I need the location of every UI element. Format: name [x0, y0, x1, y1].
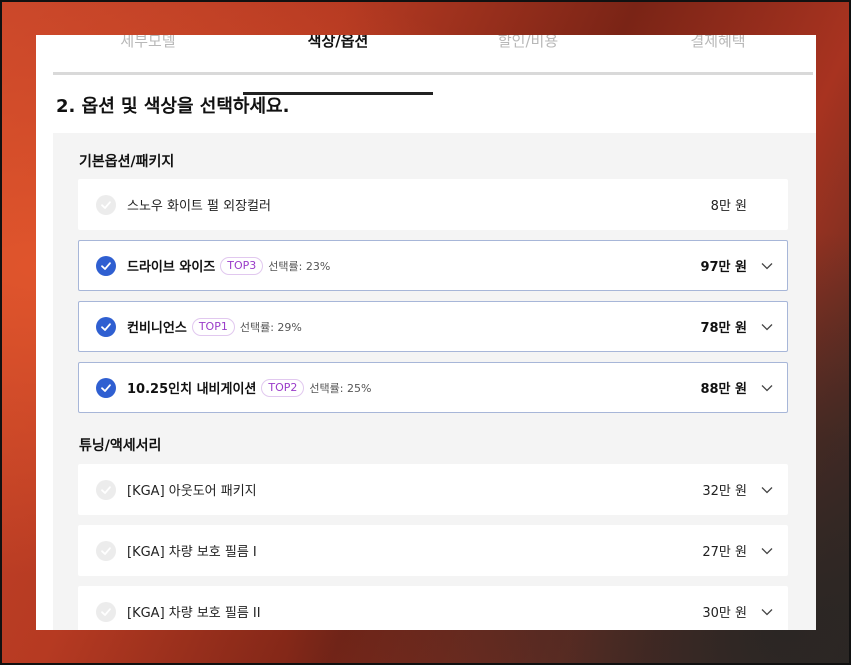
check-icon[interactable]	[96, 194, 116, 215]
step-tabs: 세부모델 색상/옵션 할인/비용 결제혜택	[53, 35, 813, 95]
check-icon[interactable]	[96, 255, 116, 276]
chevron-down-icon[interactable]	[747, 384, 787, 392]
option-price: 32만 원	[702, 484, 747, 499]
option-price: 27만 원	[702, 545, 747, 560]
option-name: [KGA] 아웃도어 패키지	[127, 484, 257, 499]
option-row-outdoor-package[interactable]: [KGA] 아웃도어 패키지 32만 원	[78, 464, 788, 515]
option-name: 스노우 화이트 펄 외장컬러	[127, 199, 271, 214]
option-name: [KGA] 차량 보호 필름 II	[127, 606, 261, 621]
check-icon[interactable]	[96, 316, 116, 337]
selection-rate: 선택률: 25%	[309, 381, 372, 395]
option-price: 30만 원	[702, 606, 747, 621]
tab-discount-cost[interactable]: 할인/비용	[433, 35, 623, 68]
check-icon[interactable]	[96, 479, 116, 500]
options-list: 기본옵션/패키지 스노우 화이트 펄 외장컬러 8만 원 드라이브 와이즈 TO…	[53, 133, 816, 630]
selection-rate: 선택률: 29%	[239, 320, 302, 334]
tab-color-options[interactable]: 색상/옵션	[243, 35, 433, 95]
option-row-protection-film-2[interactable]: [KGA] 차량 보호 필름 II 30만 원	[78, 586, 788, 630]
option-row-navigation[interactable]: 10.25인치 내비게이션 TOP2 선택률: 25% 88만 원	[78, 362, 788, 413]
chevron-down-icon[interactable]	[747, 262, 787, 270]
rank-badge: TOP2	[261, 378, 305, 397]
option-name: 10.25인치 내비게이션	[127, 382, 257, 397]
option-row-drive-wise[interactable]: 드라이브 와이즈 TOP3 선택률: 23% 97만 원	[78, 240, 788, 291]
chevron-down-icon[interactable]	[747, 547, 787, 555]
tab-payment-benefits[interactable]: 결제혜택	[623, 35, 813, 68]
rank-badge: TOP1	[191, 317, 235, 336]
option-row-convenience[interactable]: 컨비니언스 TOP1 선택률: 29% 78만 원	[78, 301, 788, 352]
option-row-protection-film-1[interactable]: [KGA] 차량 보호 필름 I 27만 원	[78, 525, 788, 576]
option-price: 78만 원	[700, 321, 747, 336]
option-price: 88만 원	[700, 382, 747, 397]
tab-detail-model[interactable]: 세부모델	[53, 35, 243, 68]
options-panel: 세부모델 색상/옵션 할인/비용 결제혜택 2. 옵션 및 색상을 선택하세요.…	[36, 35, 816, 630]
option-name: 드라이브 와이즈	[127, 260, 216, 275]
option-price: 97만 원	[700, 260, 747, 275]
check-icon[interactable]	[96, 540, 116, 561]
section-label-tuning: 튜닝/액세서리	[79, 438, 162, 454]
section-label-basic: 기본옵션/패키지	[79, 154, 175, 170]
chevron-down-icon[interactable]	[747, 608, 787, 616]
rank-badge: TOP3	[220, 256, 264, 275]
check-icon[interactable]	[96, 377, 116, 398]
page-title: 2. 옵션 및 색상을 선택하세요.	[56, 96, 290, 117]
chevron-down-icon[interactable]	[747, 323, 787, 331]
chevron-down-icon[interactable]	[747, 486, 787, 494]
option-price: 8만 원	[710, 199, 747, 214]
check-icon[interactable]	[96, 601, 116, 622]
option-row-snow-white[interactable]: 스노우 화이트 펄 외장컬러 8만 원	[78, 179, 788, 230]
option-name: 컨비니언스	[127, 321, 187, 336]
selection-rate: 선택률: 23%	[268, 259, 331, 273]
option-name: [KGA] 차량 보호 필름 I	[127, 545, 257, 560]
